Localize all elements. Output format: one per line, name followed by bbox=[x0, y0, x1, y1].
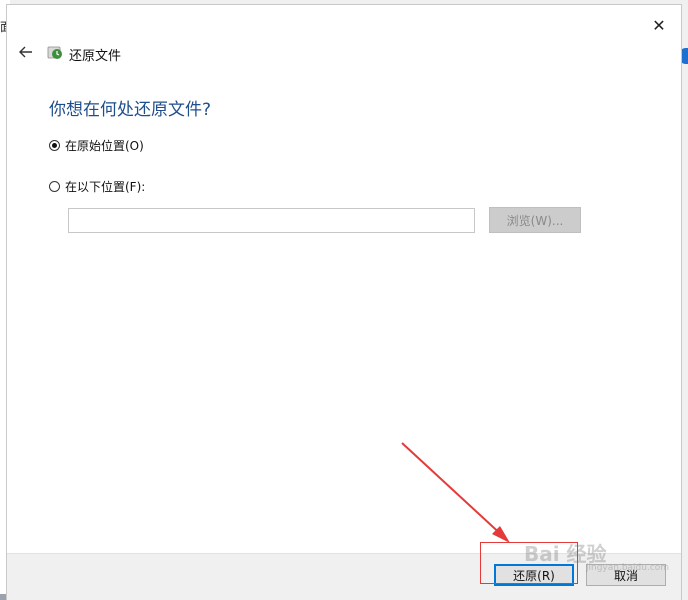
back-button[interactable] bbox=[15, 41, 37, 63]
cancel-button[interactable]: 取消 bbox=[586, 564, 666, 586]
file-history-icon bbox=[47, 46, 62, 59]
back-arrow-icon bbox=[19, 46, 32, 58]
custom-location-label: 在以下位置(F): bbox=[65, 180, 146, 194]
dialog-footer: 还原(R) 取消 bbox=[7, 553, 681, 600]
custom-location-radio[interactable] bbox=[49, 181, 60, 192]
browse-button[interactable]: 浏览(W)... bbox=[489, 207, 581, 233]
page-heading: 你想在何处还原文件? bbox=[49, 100, 212, 120]
custom-location-option[interactable]: 在以下位置(F): bbox=[49, 178, 145, 195]
close-icon: ✕ bbox=[652, 15, 666, 35]
original-location-radio[interactable] bbox=[49, 140, 60, 151]
dialog-title: 还原文件 bbox=[69, 49, 122, 64]
restore-button[interactable]: 还原(R) bbox=[494, 564, 574, 586]
original-location-option[interactable]: 在原始位置(O) bbox=[49, 137, 144, 154]
location-path-input[interactable] bbox=[68, 208, 475, 233]
close-button[interactable]: ✕ bbox=[647, 13, 671, 37]
original-location-label: 在原始位置(O) bbox=[65, 139, 144, 153]
restore-files-dialog: ✕ 还原文件 你想在何处还原文件? 在原始位置(O) 在以下位置(F): 浏览(… bbox=[6, 4, 682, 600]
